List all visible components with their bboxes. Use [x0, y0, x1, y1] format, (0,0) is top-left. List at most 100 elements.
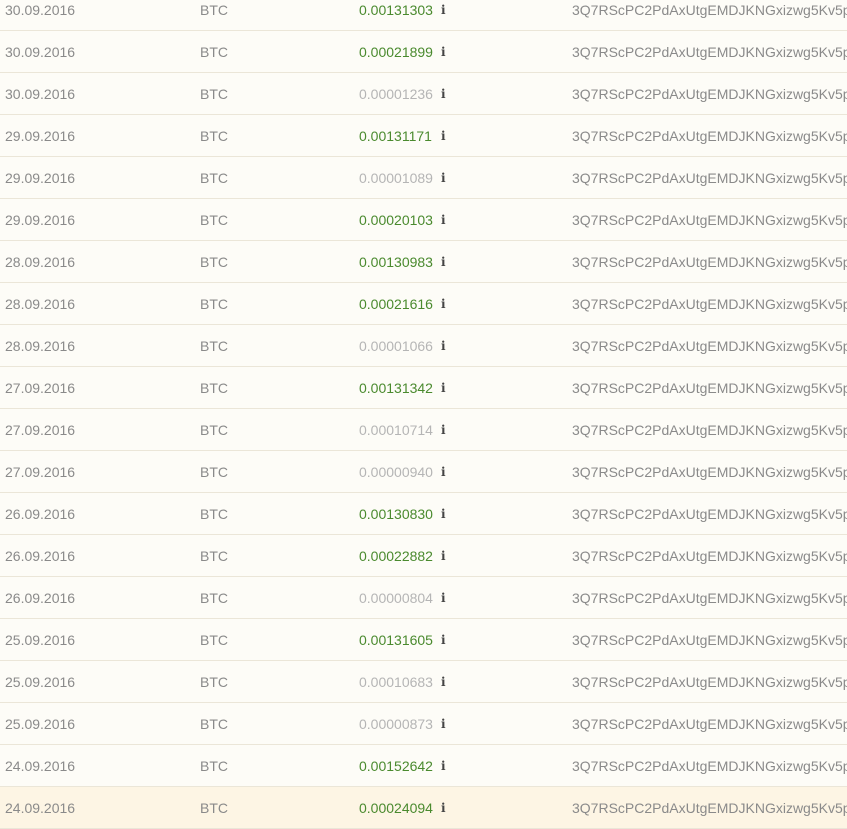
- info-icon[interactable]: i: [441, 577, 446, 619]
- payout-date: 26.09.2016: [5, 548, 76, 564]
- payout-address: 3Q7RScPC2PdAxUtgEMDJKNGxizwg5Kv5pU: [572, 632, 847, 648]
- payout-date: 29.09.2016: [5, 170, 76, 186]
- payout-amount: 0.00130830: [359, 506, 433, 522]
- payout-currency: BTC: [200, 2, 228, 18]
- table-row[interactable]: 29.09.2016 BTC 0.00131171 i 3Q7RScPC2PdAxUtg…: [0, 115, 847, 157]
- payout-currency: BTC: [200, 422, 228, 438]
- info-icon[interactable]: i: [441, 0, 446, 31]
- info-icon[interactable]: i: [441, 661, 446, 703]
- payout-currency: BTC: [200, 338, 228, 354]
- table-row[interactable]: 30.09.2016 BTC 0.00001236 i 3Q7RScPC2PdAxUtg…: [0, 73, 847, 115]
- payout-address: 3Q7RScPC2PdAxUtgEMDJKNGxizwg5Kv5pU: [572, 716, 847, 732]
- table-row[interactable]: 26.09.2016 BTC 0.00000804 i 3Q7RScPC2PdAxUtg…: [0, 577, 847, 619]
- info-icon[interactable]: i: [441, 493, 446, 535]
- info-icon[interactable]: i: [441, 199, 446, 241]
- payout-date: 28.09.2016: [5, 254, 76, 270]
- table-row[interactable]: 29.09.2016 BTC 0.00020103 i 3Q7RScPC2PdAxUtg…: [0, 199, 847, 241]
- payout-address: 3Q7RScPC2PdAxUtgEMDJKNGxizwg5Kv5pU: [572, 464, 847, 480]
- payout-address: 3Q7RScPC2PdAxUtgEMDJKNGxizwg5Kv5pU: [572, 422, 847, 438]
- payout-amount: 0.00000873: [359, 716, 433, 732]
- payout-address: 3Q7RScPC2PdAxUtgEMDJKNGxizwg5Kv5pU: [572, 590, 847, 606]
- info-icon[interactable]: i: [441, 703, 446, 745]
- payout-amount: 0.00130983: [359, 254, 433, 270]
- payout-currency: BTC: [200, 590, 228, 606]
- payout-amount: 0.00131171: [359, 128, 432, 144]
- table-row[interactable]: 30.09.2016 BTC 0.00131303 i 3Q7RScPC2PdAxUtg…: [0, 0, 847, 31]
- payout-amount: 0.00131605: [359, 632, 433, 648]
- payout-currency: BTC: [200, 758, 228, 774]
- table-row[interactable]: 24.09.2016 BTC 0.00152642 i 3Q7RScPC2PdAxUtg…: [0, 745, 847, 787]
- payout-currency: BTC: [200, 296, 228, 312]
- info-icon[interactable]: i: [441, 241, 446, 283]
- table-row[interactable]: 27.09.2016 BTC 0.00010714 i 3Q7RScPC2PdAxUtg…: [0, 409, 847, 451]
- payout-address: 3Q7RScPC2PdAxUtgEMDJKNGxizwg5Kv5pU: [572, 674, 847, 690]
- table-row[interactable]: 30.09.2016 BTC 0.00021899 i 3Q7RScPC2PdAxUtg…: [0, 31, 847, 73]
- payout-currency: BTC: [200, 506, 228, 522]
- info-icon[interactable]: i: [441, 325, 446, 367]
- info-icon[interactable]: i: [441, 367, 446, 409]
- info-icon[interactable]: i: [441, 409, 446, 451]
- payout-date: 27.09.2016: [5, 422, 76, 438]
- table-row[interactable]: 27.09.2016 BTC 0.00131342 i 3Q7RScPC2PdAxUtg…: [0, 367, 847, 409]
- payout-date: 27.09.2016: [5, 464, 76, 480]
- payout-amount: 0.00021616: [359, 296, 433, 312]
- payout-date: 25.09.2016: [5, 632, 76, 648]
- payout-address: 3Q7RScPC2PdAxUtgEMDJKNGxizwg5Kv5pU: [572, 296, 847, 312]
- payout-address: 3Q7RScPC2PdAxUtgEMDJKNGxizwg5Kv5pU: [572, 548, 847, 564]
- payout-address: 3Q7RScPC2PdAxUtgEMDJKNGxizwg5Kv5pU: [572, 128, 847, 144]
- payout-amount: 0.00010683: [359, 674, 433, 690]
- table-row[interactable]: 28.09.2016 BTC 0.00130983 i 3Q7RScPC2PdAxUtg…: [0, 241, 847, 283]
- payout-date: 29.09.2016: [5, 212, 76, 228]
- payout-currency: BTC: [200, 44, 228, 60]
- payout-date: 25.09.2016: [5, 674, 76, 690]
- info-icon[interactable]: i: [441, 619, 446, 661]
- payout-address: 3Q7RScPC2PdAxUtgEMDJKNGxizwg5Kv5pU: [572, 254, 847, 270]
- payout-amount: 0.00001066: [359, 338, 433, 354]
- table-row[interactable]: 25.09.2016 BTC 0.00010683 i 3Q7RScPC2PdAxUtg…: [0, 661, 847, 703]
- table-row[interactable]: 26.09.2016 BTC 0.00022882 i 3Q7RScPC2PdAxUtg…: [0, 535, 847, 577]
- payout-amount: 0.00131342: [359, 380, 433, 396]
- info-icon[interactable]: i: [441, 73, 446, 115]
- info-icon[interactable]: i: [441, 31, 446, 73]
- payout-date: 28.09.2016: [5, 338, 76, 354]
- info-icon[interactable]: i: [441, 157, 446, 199]
- table-row[interactable]: 25.09.2016 BTC 0.00131605 i 3Q7RScPC2PdAxUtg…: [0, 619, 847, 661]
- info-icon[interactable]: i: [441, 535, 446, 577]
- payout-currency: BTC: [200, 464, 228, 480]
- payout-amount: 0.00000804: [359, 590, 433, 606]
- payouts-table: 30.09.2016 BTC 0.00131303 i 3Q7RScPC2PdAxUtg…: [0, 0, 847, 829]
- payout-date: 25.09.2016: [5, 716, 76, 732]
- payout-date: 28.09.2016: [5, 296, 76, 312]
- payout-address: 3Q7RScPC2PdAxUtgEMDJKNGxizwg5Kv5pU: [572, 44, 847, 60]
- payout-date: 30.09.2016: [5, 2, 76, 18]
- payout-currency: BTC: [200, 128, 228, 144]
- payout-address: 3Q7RScPC2PdAxUtgEMDJKNGxizwg5Kv5pU: [572, 2, 847, 18]
- payout-date: 30.09.2016: [5, 86, 76, 102]
- info-icon[interactable]: i: [441, 115, 446, 157]
- payout-address: 3Q7RScPC2PdAxUtgEMDJKNGxizwg5Kv5pU: [572, 506, 847, 522]
- payout-amount: 0.00010714: [359, 422, 433, 438]
- payout-amount: 0.00152642: [359, 758, 433, 774]
- payout-currency: BTC: [200, 548, 228, 564]
- info-icon[interactable]: i: [441, 745, 446, 787]
- table-row[interactable]: 28.09.2016 BTC 0.00021616 i 3Q7RScPC2PdAxUtg…: [0, 283, 847, 325]
- payout-currency: BTC: [200, 254, 228, 270]
- info-icon[interactable]: i: [441, 451, 446, 493]
- table-row[interactable]: 28.09.2016 BTC 0.00001066 i 3Q7RScPC2PdAxUtg…: [0, 325, 847, 367]
- payout-currency: BTC: [200, 170, 228, 186]
- table-row[interactable]: 27.09.2016 BTC 0.00000940 i 3Q7RScPC2PdAxUtg…: [0, 451, 847, 493]
- payout-currency: BTC: [200, 716, 228, 732]
- payout-amount: 0.00021899: [359, 44, 433, 60]
- payout-date: 30.09.2016: [5, 44, 76, 60]
- table-row[interactable]: 25.09.2016 BTC 0.00000873 i 3Q7RScPC2PdAxUtg…: [0, 703, 847, 745]
- payout-date: 29.09.2016: [5, 128, 76, 144]
- payout-date: 27.09.2016: [5, 380, 76, 396]
- payout-currency: BTC: [200, 380, 228, 396]
- table-row[interactable]: 26.09.2016 BTC 0.00130830 i 3Q7RScPC2PdAxUtg…: [0, 493, 847, 535]
- payout-address: 3Q7RScPC2PdAxUtgEMDJKNGxizwg5Kv5pU: [572, 170, 847, 186]
- payout-address: 3Q7RScPC2PdAxUtgEMDJKNGxizwg5Kv5pU: [572, 338, 847, 354]
- table-row[interactable]: 29.09.2016 BTC 0.00001089 i 3Q7RScPC2PdAxUtg…: [0, 157, 847, 199]
- payout-amount: 0.00020103: [359, 212, 433, 228]
- payout-amount: 0.00001236: [359, 86, 433, 102]
- info-icon[interactable]: i: [441, 283, 446, 325]
